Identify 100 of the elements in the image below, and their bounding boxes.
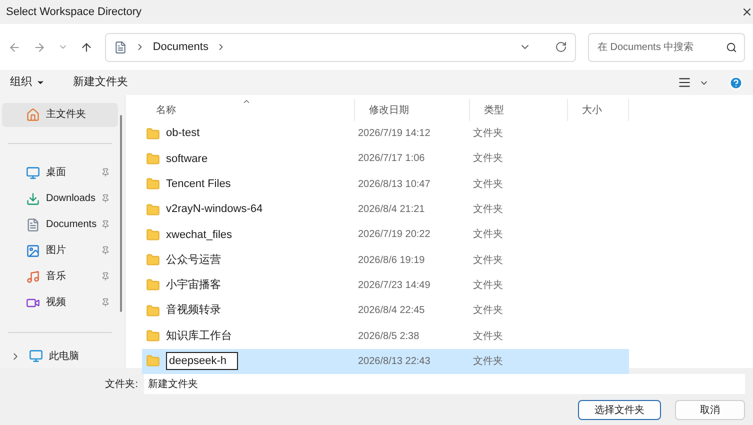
sidebar-label: 图片 <box>46 244 67 258</box>
refresh-icon[interactable] <box>555 41 568 53</box>
modified-date: 2026/8/13 22:43 <box>357 354 432 369</box>
new-folder-button[interactable]: 新建文件夹 <box>73 74 128 91</box>
picture-icon <box>26 244 40 258</box>
modified-date: 2026/8/13 10:47 <box>357 178 432 192</box>
file-type: 文件夹 <box>472 354 504 369</box>
pin-icon <box>101 168 110 177</box>
file-name: v2rayN-windows-64 <box>166 202 263 218</box>
document-icon <box>26 218 40 232</box>
file-row[interactable]: software 2026/7/17 1:06 文件夹 <box>142 146 629 172</box>
file-type: 文件夹 <box>472 126 504 142</box>
address-bar[interactable]: Documents <box>104 32 576 62</box>
file-type: 文件夹 <box>472 330 504 344</box>
sidebar-item[interactable]: 图片 <box>2 238 118 264</box>
up-icon[interactable] <box>80 40 93 54</box>
file-row[interactable]: 知识库工作台 2026/8/5 2:38 文件夹 <box>142 323 629 349</box>
file-row[interactable]: deepseek-h 2026/8/13 22:43 文件夹 <box>142 348 629 374</box>
sidebar-item[interactable]: 视频 <box>2 290 118 316</box>
file-row[interactable]: ob-test 2026/7/19 14:12 文件夹 <box>142 121 629 146</box>
pin-icon <box>101 298 110 307</box>
pin-icon <box>101 220 110 229</box>
scrollbar-thumb[interactable] <box>120 115 122 312</box>
folder-icon <box>146 329 160 344</box>
folder-icon <box>146 152 160 166</box>
file-type: 文件夹 <box>472 254 504 268</box>
file-name: 小宇宙播客 <box>166 278 221 294</box>
sidebar-label: 主文件夹 <box>46 108 87 122</box>
file-row[interactable]: 音视频转录 2026/8/4 22:45 文件夹 <box>142 298 629 324</box>
sidebar-label: 桌面 <box>46 166 67 180</box>
folder-name-field[interactable]: 新建文件夹 <box>144 374 745 394</box>
column-header[interactable]: 名称 <box>142 99 354 121</box>
pin-icon <box>101 194 110 203</box>
column-header[interactable]: 修改日期 <box>354 99 469 121</box>
modified-date: 2026/7/23 14:49 <box>357 278 432 293</box>
pin-icon <box>101 246 110 255</box>
search-field[interactable]: 在 Documents 中搜索 <box>588 32 745 62</box>
column-header[interactable]: 类型 <box>469 99 567 121</box>
sidebar-item[interactable]: 桌面 <box>2 160 118 186</box>
sidebar-label: Documents <box>46 218 98 232</box>
download-icon <box>26 192 40 206</box>
pin-icon <box>101 272 110 281</box>
folder-icon <box>146 253 160 268</box>
sidebar-label: 音乐 <box>46 270 67 284</box>
file-row[interactable]: xwechat_files 2026/7/19 20:22 文件夹 <box>142 222 629 248</box>
modified-date: 2026/8/6 19:19 <box>357 254 426 268</box>
folder-icon <box>146 228 160 242</box>
file-row[interactable]: v2rayN-windows-64 2026/8/4 21:21 文件夹 <box>142 196 629 222</box>
file-name: 音视频转录 <box>166 302 221 318</box>
file-name: 公众号运营 <box>166 252 221 268</box>
back-icon[interactable] <box>8 40 21 54</box>
folder-icon <box>146 177 160 192</box>
sort-indicator-icon <box>242 97 251 106</box>
sidebar-label: 视频 <box>46 296 67 310</box>
breadcrumb-item[interactable]: Documents <box>152 38 208 56</box>
folder-icon <box>146 278 160 292</box>
file-name: Tencent Files <box>166 176 231 192</box>
sidebar-item[interactable]: 主文件夹 <box>2 103 118 127</box>
sidebar-item[interactable]: Documents <box>2 212 118 238</box>
file-type: 文件夹 <box>472 178 504 192</box>
folder-icon <box>146 304 160 318</box>
select-folder-button[interactable]: 选择文件夹 <box>578 400 661 420</box>
document-icon <box>114 40 127 54</box>
desktop-icon <box>26 166 40 180</box>
file-name: ob-test <box>166 126 200 142</box>
column-header[interactable]: 大小 <box>567 99 629 121</box>
window-title: Select Workspace Directory <box>6 4 142 20</box>
folder-icon <box>146 354 160 368</box>
file-name: xwechat_files <box>166 228 232 243</box>
file-row[interactable]: Tencent Files 2026/8/13 10:47 文件夹 <box>142 172 629 197</box>
sidebar-item[interactable]: 音乐 <box>2 264 118 290</box>
cancel-button[interactable]: 取消 <box>675 400 745 420</box>
folder-icon <box>146 202 160 217</box>
modified-date: 2026/8/5 2:38 <box>357 330 420 344</box>
file-name: software <box>166 152 208 167</box>
search-icon[interactable] <box>726 42 737 52</box>
folder-label: 文件夹: <box>104 378 138 392</box>
file-type: 文件夹 <box>472 202 504 218</box>
file-type: 文件夹 <box>472 152 504 166</box>
help-icon[interactable] <box>729 76 743 90</box>
file-row[interactable]: 小宇宙播客 2026/7/23 14:49 文件夹 <box>142 272 629 298</box>
sidebar-label: Downloads <box>46 192 96 206</box>
modified-date: 2026/8/4 21:21 <box>357 203 426 218</box>
file-type: 文件夹 <box>472 304 504 318</box>
organize-menu[interactable]: 组织 <box>10 74 45 91</box>
file-name: 知识库工作台 <box>166 328 232 344</box>
sidebar-label: 此电脑 <box>49 350 80 364</box>
rename-field[interactable]: deepseek-h <box>166 352 238 370</box>
sidebar-item[interactable]: Downloads <box>2 186 118 212</box>
forward-icon[interactable] <box>32 40 46 54</box>
modified-date: 2026/8/4 22:45 <box>357 304 426 318</box>
file-type: 文件夹 <box>472 278 504 293</box>
view-options-icon[interactable] <box>678 76 691 89</box>
file-row[interactable]: 公众号运营 2026/8/6 19:19 文件夹 <box>142 247 629 273</box>
folder-icon <box>146 126 160 141</box>
close-icon[interactable] <box>741 6 753 18</box>
home-icon <box>26 108 40 122</box>
modified-date: 2026/7/17 1:06 <box>357 152 426 166</box>
sidebar-item[interactable]: 此电脑 <box>2 344 118 368</box>
file-type: 文件夹 <box>472 228 504 242</box>
